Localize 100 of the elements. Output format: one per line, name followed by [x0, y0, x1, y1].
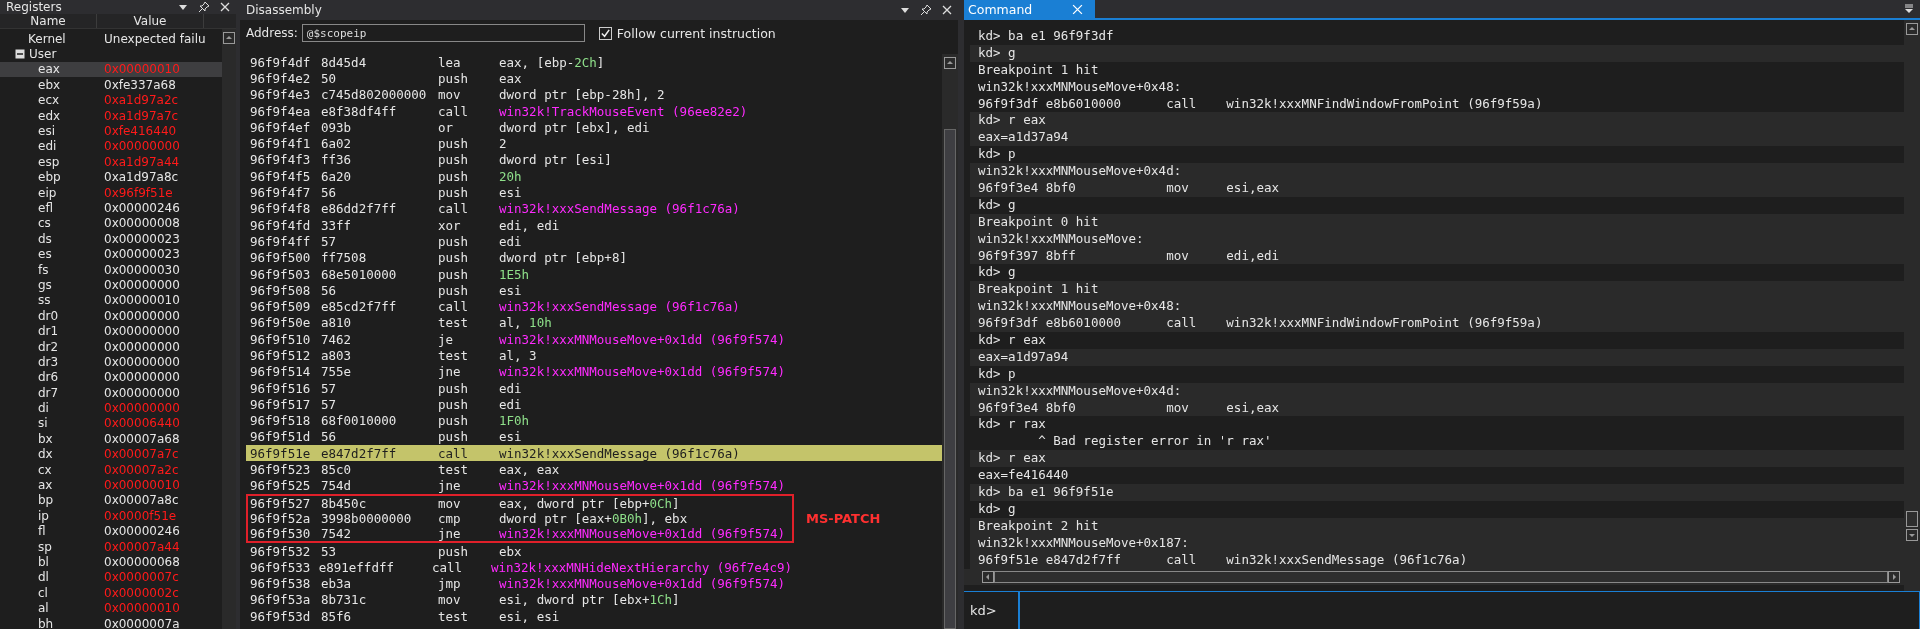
- disassembly-row[interactable]: 96f9f51d 56 push esi: [246, 428, 942, 446]
- checkbox-label[interactable]: Follow current instruction: [616, 25, 776, 41]
- register-value: 0x00007a68: [104, 431, 180, 446]
- disassembly-row[interactable]: 96f9f533 e891effdff call win32k!xxxMNHideNextHierarchy (96f7e4c9): [246, 559, 942, 576]
- disassembly-row[interactable]: 96f9f4f1 6a02 push 2: [246, 135, 942, 152]
- close-icon[interactable]: [942, 5, 952, 15]
- register-row[interactable]: fs 0x00000030: [0, 261, 222, 278]
- disassembly-row[interactable]: 96f9f516 57 push edi: [246, 379, 942, 397]
- register-row[interactable]: es 0x00000023: [0, 246, 222, 262]
- register-group[interactable]: User: [25, 47, 105, 62]
- register-row[interactable]: fl 0x00000246: [0, 523, 222, 539]
- scroll-left-icon[interactable]: [982, 570, 994, 583]
- register-row[interactable]: dr6 0x00000000: [0, 369, 222, 385]
- register-row[interactable]: dr2 0x00000000: [0, 338, 222, 355]
- register-row[interactable]: al 0x00000010: [0, 600, 222, 616]
- disassembly-row[interactable]: 96f9f4df 8d45d4 lea eax, [ebp-2Ch]: [246, 54, 942, 71]
- disassembly-row[interactable]: 96f9f538 eb3a jmp win32k!xxxMNMouseMove+0x1dd (96f9f574): [246, 575, 942, 592]
- scrollbar[interactable]: [942, 54, 958, 629]
- disassembly-row[interactable]: 96f9f4e3 c745d802000000 mov dword ptr [ebp-28h], 2: [246, 86, 942, 103]
- register-row[interactable]: si 0x00006440: [0, 415, 222, 432]
- address-field[interactable]: @$scopeip: [301, 24, 585, 42]
- register-row[interactable]: ebx 0xfe337a68: [0, 77, 222, 93]
- register-row[interactable]: cl 0x0000002c: [0, 585, 222, 601]
- disassembly-row[interactable]: 96f9f4f5 6a20 push 20h: [246, 168, 942, 185]
- register-row[interactable]: bx 0x00007a68: [0, 431, 222, 447]
- disassembly-row[interactable]: 96f9f4fd 33ff xor edi, edi: [246, 216, 942, 234]
- pin-icon[interactable]: [920, 4, 932, 16]
- disassembly-row[interactable]: 96f9f518 68f0010000 push 1F0h: [246, 412, 942, 429]
- register-row[interactable]: eax 0x00000010: [0, 61, 222, 78]
- column-header[interactable]: Name: [0, 14, 97, 28]
- close-icon[interactable]: [220, 2, 230, 12]
- register-row[interactable]: sp 0x00007a44: [0, 538, 222, 555]
- disassembly-row[interactable]: 96f9f523 85c0 test eax, eax: [246, 461, 942, 478]
- scrollbar[interactable]: [222, 29, 236, 629]
- register-name: dr2: [37, 339, 60, 354]
- disassembly-row[interactable]: 96f9f512 a803 test al, 3: [246, 347, 942, 364]
- checkbox[interactable]: [598, 26, 612, 40]
- pin-icon[interactable]: [198, 1, 210, 13]
- register-row[interactable]: dr3 0x00000000: [0, 354, 222, 370]
- register-row[interactable]: esp 0xa1d97a44: [0, 154, 222, 170]
- scroll-right-icon[interactable]: [1888, 570, 1900, 583]
- disassembly-row[interactable]: 96f9f51e e847d2f7ff call win32k!xxxSendMessage (96f1c76a): [246, 445, 942, 462]
- register-row[interactable]: edx 0xa1d97a7c: [0, 107, 222, 124]
- disassembly-row[interactable]: 96f9f4ea e8f38df4ff call win32k!TrackMouseEvent (96ee82e2): [246, 102, 942, 120]
- instruction-mnemonic: push: [438, 543, 470, 559]
- register-row[interactable]: ss 0x00000010: [0, 292, 222, 309]
- register-row[interactable]: eip 0x96f9f51e: [0, 184, 222, 201]
- register-row[interactable]: dr1 0x00000000: [0, 323, 222, 339]
- register-row[interactable]: dr0 0x00000000: [0, 308, 222, 324]
- register-row[interactable]: cs 0x00000008: [0, 215, 222, 232]
- disassembly-row[interactable]: 96f9f517 57 push edi: [246, 396, 942, 413]
- disassembly-row[interactable]: 96f9f4e2 50 push eax: [246, 70, 942, 87]
- disassembly-row[interactable]: 96f9f4f7 56 push esi: [246, 184, 942, 201]
- disassembly-row[interactable]: 96f9f503 68e5010000 push 1E5h: [246, 265, 942, 283]
- disassembly-row[interactable]: 96f9f50e a810 test al, 10h: [246, 314, 942, 332]
- disassembly-row[interactable]: 96f9f500 ff7508 push dword ptr [ebp+8]: [246, 249, 942, 266]
- register-row[interactable]: bp 0x00007a8c: [0, 492, 222, 509]
- collapse-icon[interactable]: [15, 49, 25, 60]
- disassembly-row[interactable]: 96f9f510 7462 je win32k!xxxMNMouseMove+0x1dd (96f9f574): [246, 331, 942, 348]
- disassembly-row[interactable]: 96f9f532 53 push ebx: [246, 542, 942, 560]
- disassembly-row[interactable]: 96f9f525 754d jne win32k!xxxMNMouseMove+0x1dd (96f9f574): [246, 477, 942, 494]
- scroll-up-icon[interactable]: [944, 57, 956, 69]
- scroll-up-icon[interactable]: [1906, 23, 1918, 35]
- register-row[interactable]: gs 0x00000000: [0, 277, 222, 293]
- scroll-up-icon[interactable]: [223, 32, 235, 44]
- register-name: eip: [37, 185, 58, 200]
- register-row[interactable]: ebp 0xa1d97a8c: [0, 169, 222, 185]
- register-row[interactable]: ax 0x00000010: [0, 477, 222, 493]
- disassembly-row[interactable]: 96f9f508 56 push esi: [246, 282, 942, 299]
- column-header[interactable]: Value: [97, 14, 204, 28]
- register-row[interactable]: dr7 0x00000000: [0, 385, 222, 401]
- disassembly-row[interactable]: 96f9f4ef 093b or dword ptr [ebx], edi: [246, 119, 942, 136]
- register-row[interactable]: dl 0x0000007c: [0, 569, 222, 586]
- register-row[interactable]: cx 0x00007a2c: [0, 461, 222, 478]
- disassembly-row[interactable]: 96f9f4f8 e86dd2f7ff call win32k!xxxSendMessage (96f1c76a): [246, 200, 942, 217]
- dropdown-icon[interactable]: [178, 2, 188, 12]
- disassembly-row[interactable]: 96f9f509 e85cd2f7ff call win32k!xxxSendMessage (96f1c76a): [246, 298, 942, 315]
- register-row[interactable]: bl 0x00000068: [0, 554, 222, 570]
- disassembly-row[interactable]: 96f9f52a 3998b0000000 cmp dword ptr [eax+0B0h], ebx MS-PATCH: [246, 510, 942, 527]
- register-row[interactable]: ecx 0xa1d97a2c: [0, 92, 222, 108]
- register-row[interactable]: di 0x00000000: [0, 400, 222, 416]
- register-row[interactable]: esi 0xfe416440: [0, 123, 222, 139]
- scrollbar[interactable]: [1904, 20, 1920, 591]
- register-row[interactable]: efl 0x00000246: [0, 200, 222, 216]
- command-tab[interactable]: Command: [964, 0, 1096, 18]
- disassembly-row[interactable]: 96f9f514 755e jne win32k!xxxMNMouseMove+0x1dd (96f9f574): [246, 363, 942, 380]
- register-row[interactable]: ds 0x00000023: [0, 231, 222, 247]
- dropdown-icon[interactable]: [900, 5, 910, 15]
- disassembly-row[interactable]: 96f9f53a 8b731c mov esi, dword ptr [ebx+1Ch]: [246, 591, 942, 609]
- register-row[interactable]: ip 0x0000f51e: [0, 508, 222, 524]
- disassembly-row[interactable]: 96f9f53d 85f6 test esi, esi: [246, 608, 942, 625]
- register-row[interactable]: edi 0x00000000: [0, 138, 222, 155]
- dropdown-icon[interactable]: [1904, 4, 1914, 14]
- scroll-down-icon[interactable]: [1906, 528, 1918, 541]
- disassembly-row[interactable]: 96f9f4f3 ff36 push dword ptr [esi]: [246, 151, 942, 169]
- disassembly-row[interactable]: 96f9f4ff 57 push edi: [246, 233, 942, 250]
- instruction-operand: dword ptr [eax+0B0h], ebx: [499, 510, 688, 526]
- instruction-bytes: 6a02: [321, 136, 353, 152]
- register-row[interactable]: bh 0x0000007a: [0, 615, 222, 629]
- register-row[interactable]: dx 0x00007a7c: [0, 446, 222, 462]
